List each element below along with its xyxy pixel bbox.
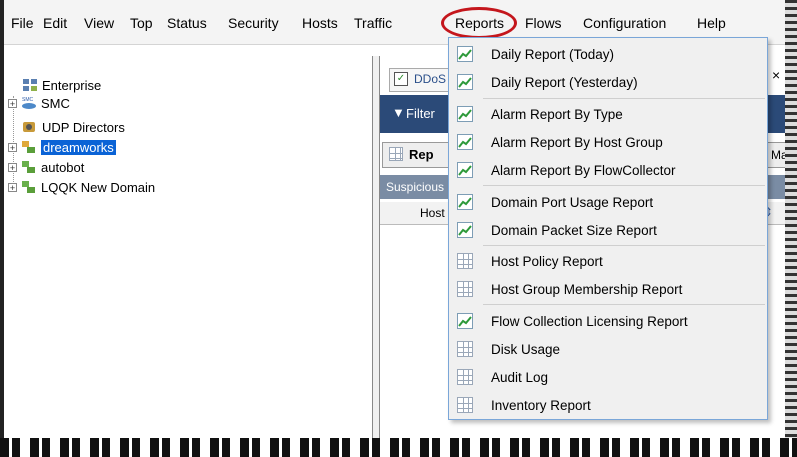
menu-item-label: Audit Log — [491, 369, 549, 385]
menu-item-inventory-report[interactable]: Inventory Report — [449, 392, 767, 418]
tree-item-lqqk-new-domain[interactable]: + LQQK New Domain — [8, 178, 155, 196]
grid-icon — [457, 253, 473, 269]
expand-icon[interactable]: + — [8, 162, 17, 172]
tree-label: LQQK New Domain — [41, 179, 156, 195]
menu-item-label: Daily Report (Today) — [491, 46, 615, 62]
chart-icon — [457, 222, 473, 238]
domain-icon — [21, 180, 37, 194]
menu-item-label: Domain Port Usage Report — [491, 194, 654, 210]
menu-item-label: Host Policy Report — [491, 253, 603, 269]
menu-item-daily-report-yesterday[interactable]: Daily Report (Yesterday) — [449, 69, 767, 95]
menu-item-host-policy-report[interactable]: Host Policy Report — [449, 248, 767, 274]
menu-item-daily-report-today[interactable]: Daily Report (Today) — [449, 41, 767, 67]
expand-icon[interactable]: + — [8, 98, 17, 108]
menu-view[interactable]: View — [84, 15, 114, 31]
grid-icon — [457, 369, 473, 385]
menu-security[interactable]: Security — [228, 15, 279, 31]
grid-icon — [457, 281, 473, 297]
grid-icon — [457, 397, 473, 413]
tree-item-autobot[interactable]: + autobot — [8, 158, 84, 176]
menu-item-disk-usage[interactable]: Disk Usage — [449, 336, 767, 362]
domain-icon — [21, 140, 37, 154]
expand-icon[interactable]: + — [8, 142, 17, 152]
chart-icon — [457, 134, 473, 150]
tab-reports[interactable]: Rep — [382, 142, 454, 168]
menu-item-label: Daily Report (Yesterday) — [491, 74, 638, 90]
torn-edge-right — [785, 0, 797, 457]
chart-icon — [457, 162, 473, 178]
grid-icon — [457, 341, 473, 357]
host-column[interactable]: Host — [420, 206, 445, 220]
menu-item-label: Host Group Membership Report — [491, 281, 683, 297]
tree-label: UDP Directors — [42, 119, 125, 135]
menu-configuration[interactable]: Configuration — [583, 15, 666, 31]
tree-item-udp-directors[interactable]: UDP Directors — [22, 118, 125, 136]
tree-item-dreamworks[interactable]: + dreamworks — [8, 138, 116, 156]
menu-traffic[interactable]: Traffic — [354, 15, 392, 31]
pane-splitter[interactable] — [372, 56, 380, 457]
torn-edge-bottom — [0, 438, 797, 457]
close-icon[interactable]: × — [772, 67, 780, 83]
chart-icon — [457, 46, 473, 62]
menu-item-label: Alarm Report By FlowCollector — [491, 162, 676, 178]
menu-item-label: Flow Collection Licensing Report — [491, 313, 688, 329]
chart-icon — [457, 313, 473, 329]
filter-icon[interactable]: ▼ — [392, 105, 405, 120]
menu-flows[interactable]: Flows — [525, 15, 562, 31]
tab-label: Rep — [409, 147, 434, 162]
menu-item-alarm-report-by-host-group[interactable]: Alarm Report By Host Group — [449, 129, 767, 155]
chart-icon — [457, 106, 473, 122]
menu-separator — [483, 98, 765, 99]
menu-item-label: Alarm Report By Type — [491, 106, 623, 122]
smc-icon: SMC — [21, 96, 37, 110]
menu-item-domain-packet-size-report[interactable]: Domain Packet Size Report — [449, 217, 767, 243]
menu-item-alarm-report-by-type[interactable]: Alarm Report By Type — [449, 101, 767, 127]
udp-director-icon — [22, 120, 38, 134]
chart-icon — [457, 74, 473, 90]
menu-item-audit-log[interactable]: Audit Log — [449, 364, 767, 390]
menu-item-label: Disk Usage — [491, 341, 561, 357]
menu-separator — [483, 245, 765, 246]
tree-label: autobot — [41, 159, 85, 175]
menu-item-alarm-report-by-flowcollector[interactable]: Alarm Report By FlowCollector — [449, 157, 767, 183]
menu-item-label: Domain Packet Size Report — [491, 222, 657, 238]
grid-icon — [389, 147, 403, 161]
tree-label: dreamworks — [41, 139, 116, 155]
suspicious-label: Suspicious — [386, 180, 445, 194]
chart-icon — [457, 194, 473, 210]
svg-text:SMC: SMC — [22, 97, 34, 103]
menu-hosts[interactable]: Hosts — [302, 15, 338, 31]
tree-label: Enterprise — [42, 77, 102, 93]
menu-top[interactable]: Top — [130, 15, 153, 31]
reports-highlight-circle — [441, 7, 517, 39]
menu-separator — [483, 185, 765, 186]
checkbox-icon: ✓ — [394, 72, 408, 86]
menu-item-flow-collection-licensing-report[interactable]: Flow Collection Licensing Report — [449, 308, 767, 334]
reports-dropdown-menu: Daily Report (Today) Daily Report (Yeste… — [448, 37, 768, 420]
menu-status[interactable]: Status — [167, 15, 207, 31]
expand-icon[interactable]: + — [8, 182, 17, 192]
tree-label: SMC — [41, 95, 70, 111]
menu-separator — [483, 304, 765, 305]
menu-item-host-group-membership-report[interactable]: Host Group Membership Report — [449, 276, 767, 302]
tree-item-enterprise[interactable]: Enterprise — [22, 76, 101, 94]
domain-icon — [21, 160, 37, 174]
menu-item-domain-port-usage-report[interactable]: Domain Port Usage Report — [449, 189, 767, 215]
menu-help[interactable]: Help — [697, 15, 726, 31]
tab-label: DDoS — [414, 72, 447, 86]
filter-label[interactable]: Filter — [406, 106, 435, 121]
menu-file[interactable]: File — [11, 15, 34, 31]
app-window: File Edit View Top Status Security Hosts… — [0, 0, 797, 457]
window-border — [0, 0, 4, 457]
tree-item-smc[interactable]: + SMC SMC — [8, 94, 70, 112]
enterprise-icon — [22, 78, 38, 92]
menu-edit[interactable]: Edit — [43, 15, 67, 31]
menu-item-label: Inventory Report — [491, 397, 591, 413]
menu-item-label: Alarm Report By Host Group — [491, 134, 663, 150]
